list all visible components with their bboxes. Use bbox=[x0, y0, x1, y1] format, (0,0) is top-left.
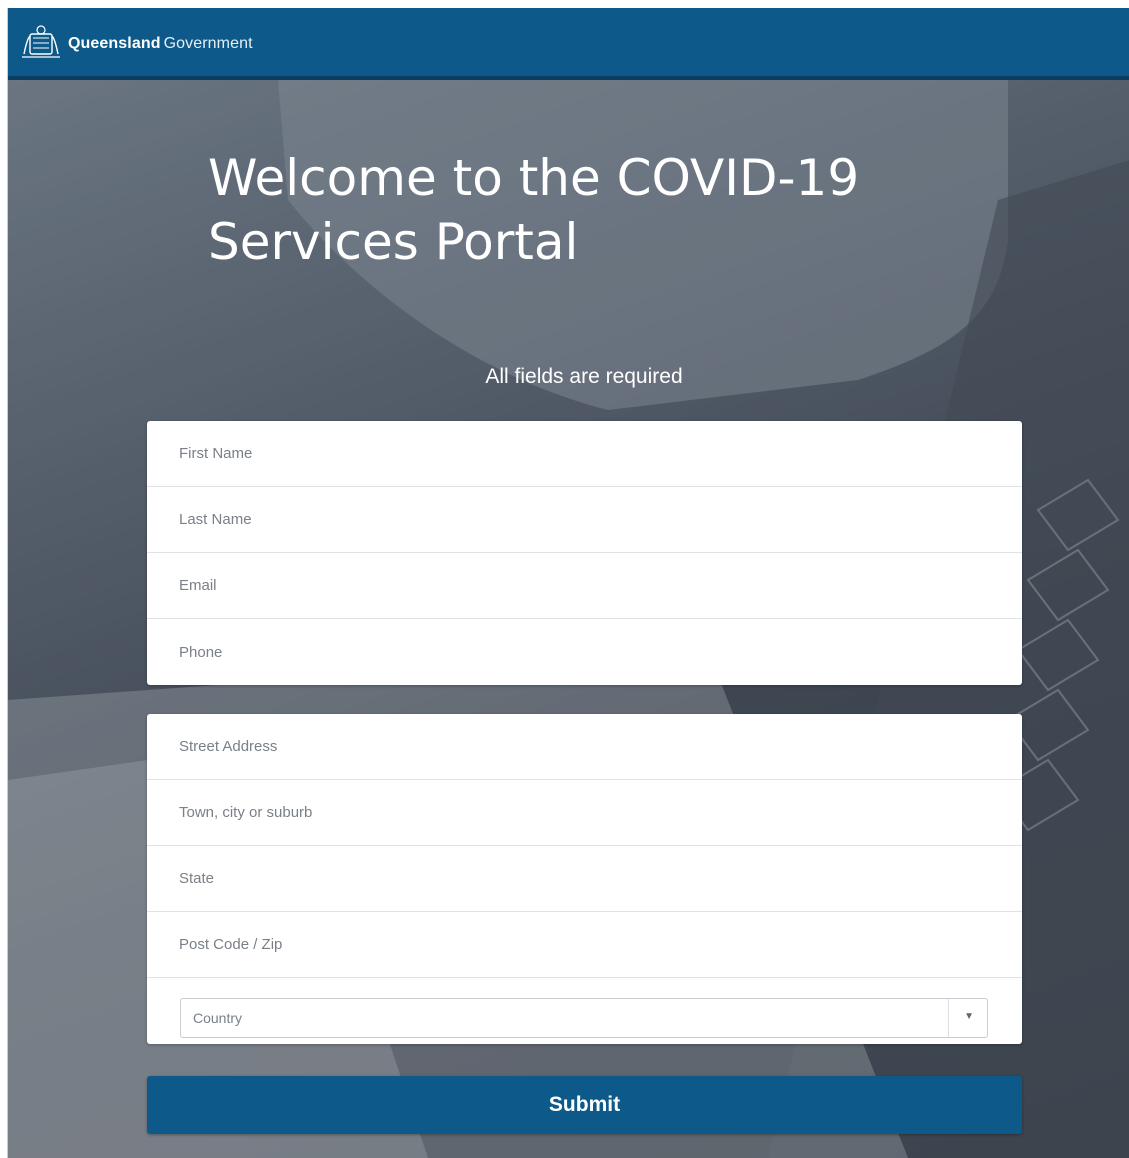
hero-section: Welcome to the COVID-19 Services Portal … bbox=[8, 80, 1129, 1158]
required-fields-note: All fields are required bbox=[485, 365, 683, 388]
brand-name[interactable]: Queensland Government bbox=[68, 35, 253, 53]
country-field: Country ▼ bbox=[147, 978, 1022, 1044]
first-name-field bbox=[147, 421, 1022, 487]
state-field bbox=[147, 846, 1022, 912]
state-input[interactable] bbox=[147, 846, 1022, 911]
country-select[interactable]: Country ▼ bbox=[180, 998, 988, 1038]
submit-button[interactable]: Submit bbox=[147, 1076, 1022, 1134]
first-name-input[interactable] bbox=[147, 421, 1022, 486]
last-name-field bbox=[147, 487, 1022, 553]
post-code-field bbox=[147, 912, 1022, 978]
email-input[interactable] bbox=[147, 553, 1022, 618]
page: Queensland Government Welcome to the COVI… bbox=[7, 8, 1129, 1158]
brand-name-strong: Queensland bbox=[68, 35, 161, 52]
street-address-input[interactable] bbox=[147, 714, 1022, 779]
site-header: Queensland Government bbox=[8, 8, 1129, 80]
phone-input[interactable] bbox=[147, 619, 1022, 685]
personal-details-card bbox=[147, 421, 1022, 685]
phone-field bbox=[147, 619, 1022, 685]
dropdown-triangle-icon[interactable]: ▼ bbox=[964, 1011, 974, 1022]
post-code-input[interactable] bbox=[147, 912, 1022, 977]
last-name-input[interactable] bbox=[147, 487, 1022, 552]
address-details-card: Country ▼ bbox=[147, 714, 1022, 1044]
email-field bbox=[147, 553, 1022, 619]
queensland-crest-icon bbox=[22, 25, 60, 58]
town-field bbox=[147, 780, 1022, 846]
town-input[interactable] bbox=[147, 780, 1022, 845]
street-address-field bbox=[147, 714, 1022, 780]
page-title: Welcome to the COVID-19 Services Portal bbox=[208, 149, 860, 271]
brand-name-light: Government bbox=[163, 35, 253, 52]
country-select-divider bbox=[948, 999, 949, 1037]
country-select-value: Country bbox=[193, 1010, 243, 1026]
